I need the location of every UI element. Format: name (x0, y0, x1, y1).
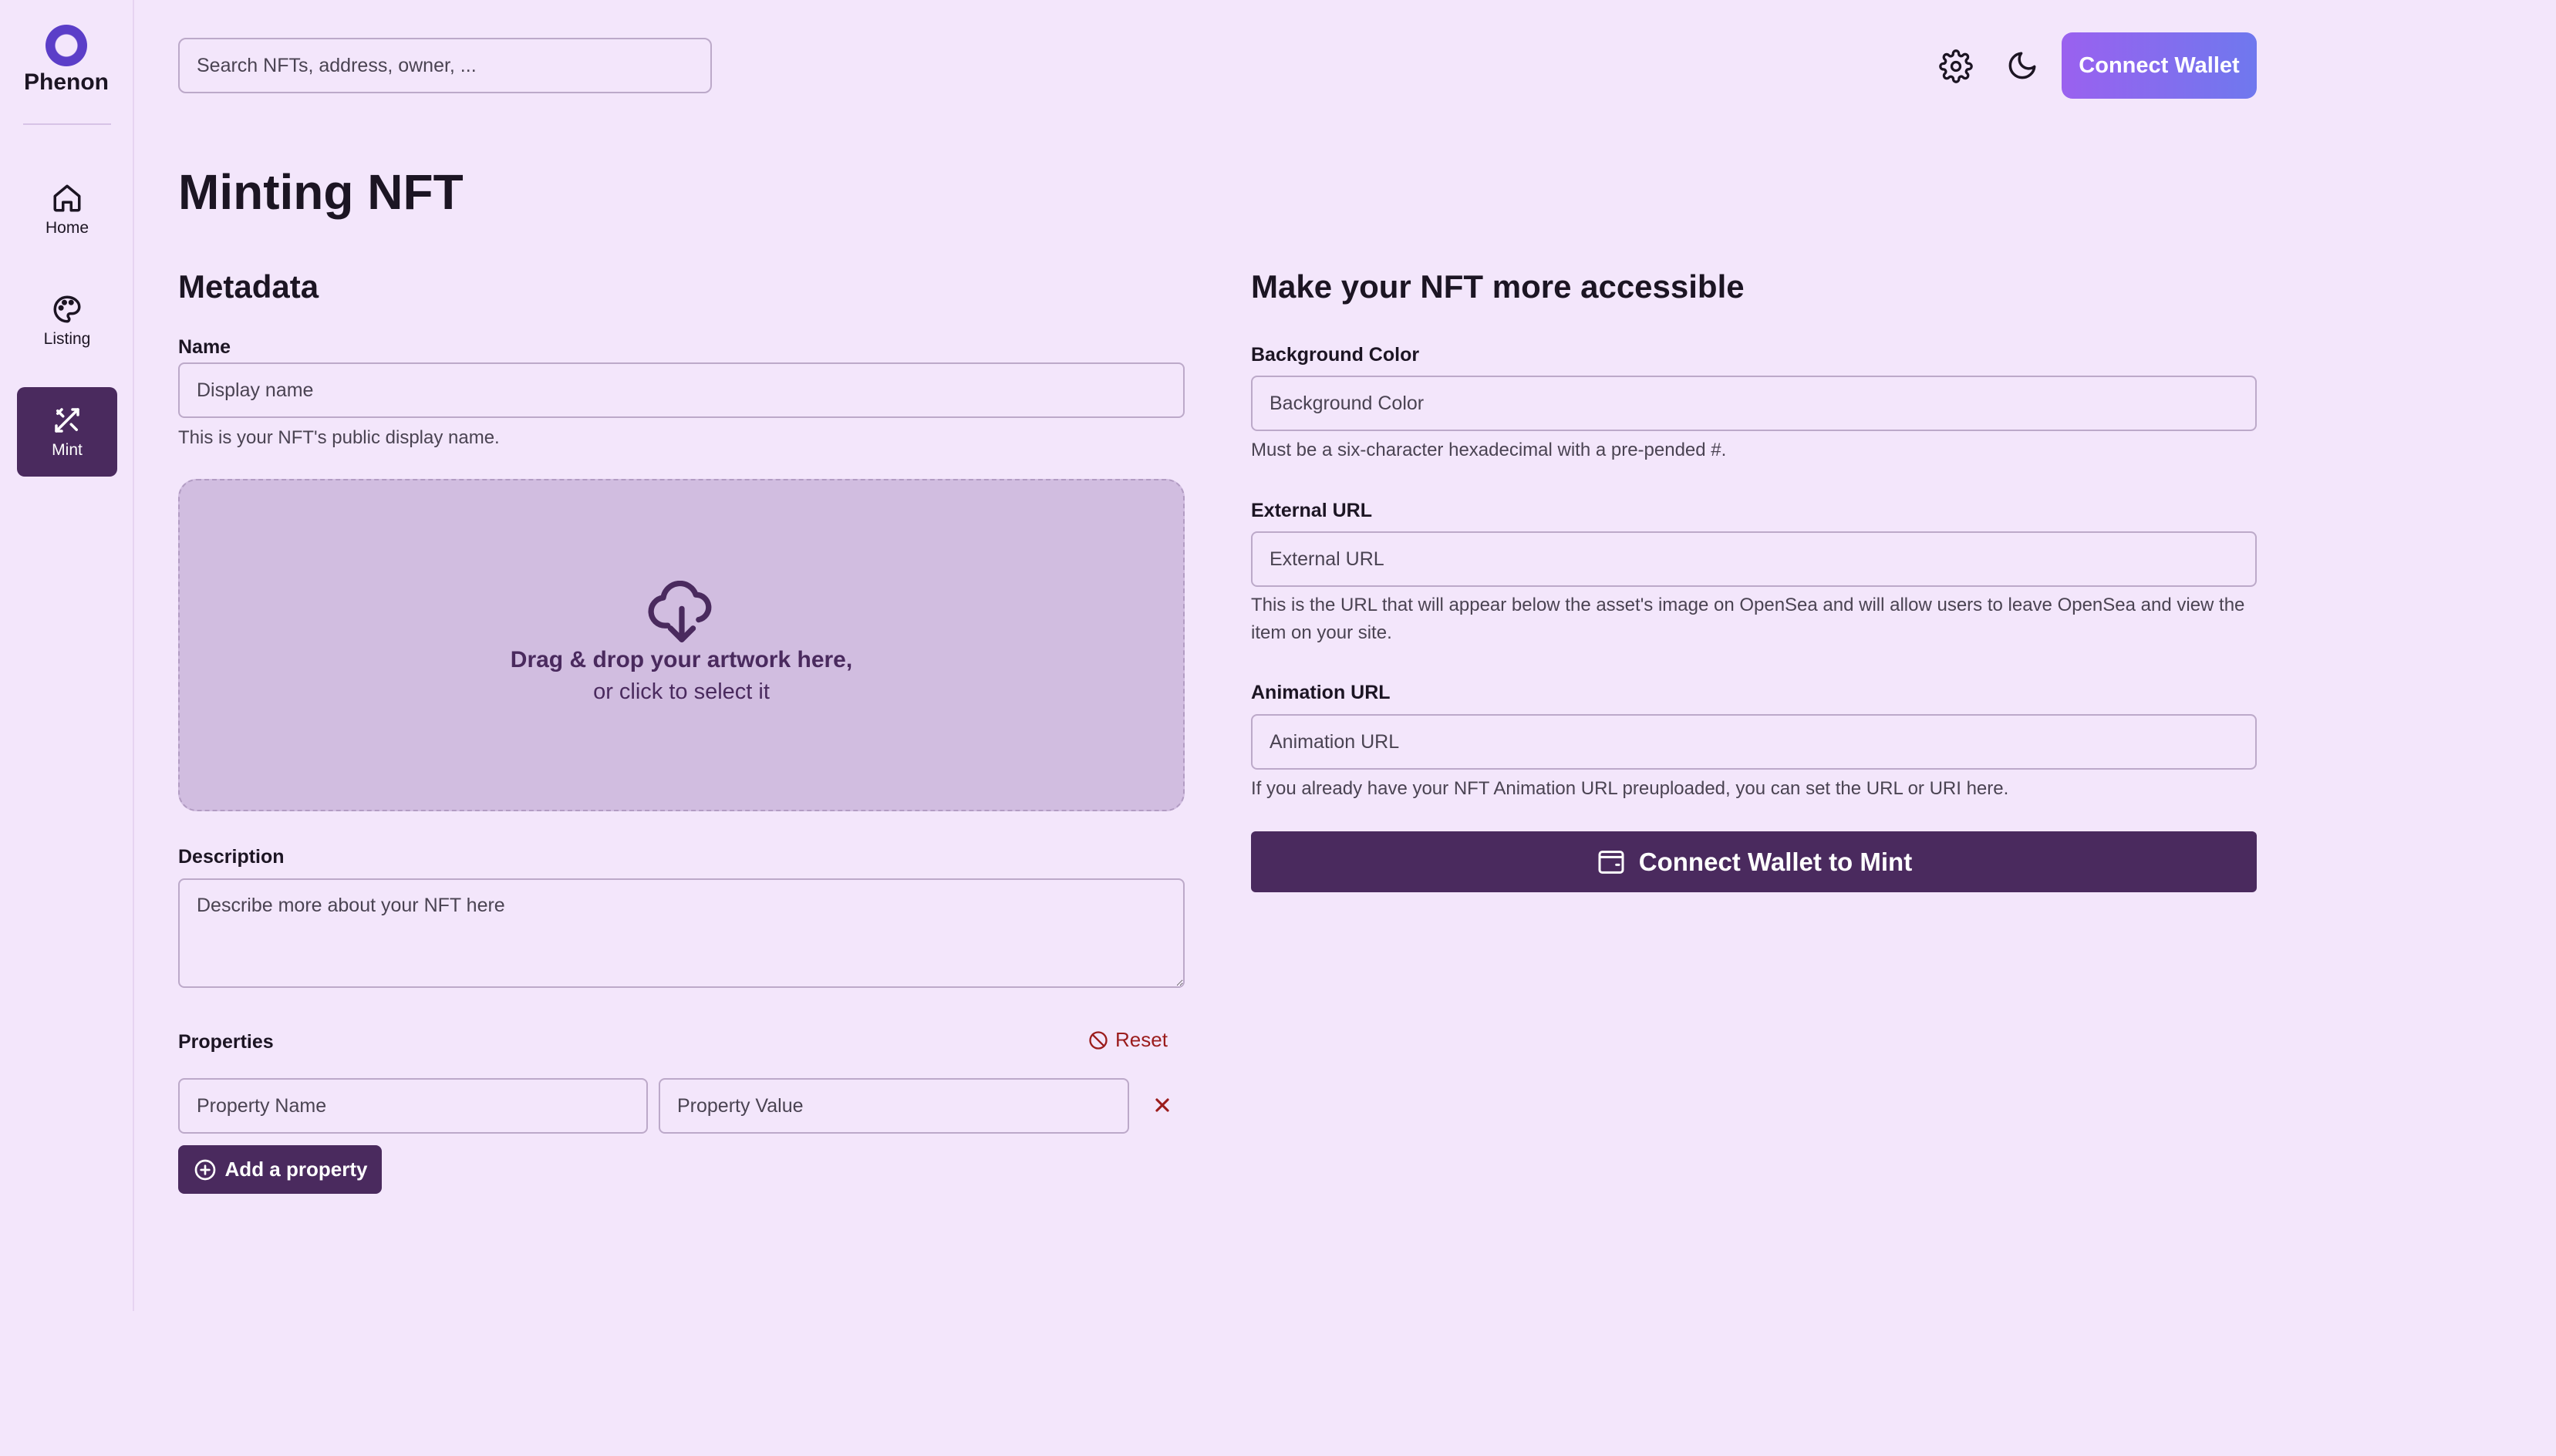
name-label: Name (178, 336, 231, 358)
wallet-icon (1598, 850, 1624, 874)
plus-circle-icon (194, 1159, 215, 1180)
artwork-dropzone[interactable]: Drag & drop your artwork here, or click … (178, 479, 1185, 811)
logo[interactable]: Phenon (0, 25, 133, 96)
metadata-title: Metadata (178, 268, 319, 305)
property-name-input[interactable] (178, 1078, 648, 1134)
sidebar-item-label: Home (45, 219, 89, 237)
page-title: Minting NFT (178, 164, 464, 220)
external-url-help: This is the URL that will appear below t… (1251, 595, 2245, 643)
accessible-title: Make your NFT more accessible (1251, 268, 1745, 305)
home-icon (53, 184, 81, 212)
settings-button[interactable] (1933, 43, 1979, 89)
ban-icon (1089, 1030, 1108, 1050)
app: Phenon Home Listing Mint Search NFTs, ad… (0, 0, 2556, 1456)
connect-wallet-to-mint-button[interactable]: Connect Wallet to Mint (1251, 831, 2257, 892)
mint-icon (55, 408, 79, 433)
reset-button[interactable]: Reset (1087, 1028, 1168, 1052)
close-icon (1155, 1098, 1169, 1112)
connect-wallet-button[interactable]: Connect Wallet (2062, 32, 2257, 99)
moon-icon (2008, 52, 2036, 79)
description-textarea[interactable] (178, 878, 1185, 988)
add-property-label: Add a property (224, 1158, 368, 1181)
properties-label: Properties (178, 1031, 274, 1053)
reset-label: Reset (1115, 1028, 1168, 1051)
description-label: Description (178, 846, 285, 868)
add-property-button[interactable]: Add a property (178, 1145, 382, 1194)
animation-url-help: If you already have your NFT Animation U… (1251, 778, 2009, 799)
dropzone-subtitle: or click to select it (593, 679, 770, 704)
sidebar-item-label: Listing (43, 330, 91, 348)
search-input[interactable] (178, 38, 712, 93)
sidebar-divider (23, 123, 111, 125)
sidebar-item-listing[interactable]: Listing (17, 276, 117, 366)
theme-toggle-button[interactable] (1999, 43, 2045, 89)
palette-icon (53, 295, 81, 323)
sidebar-item-label: Mint (52, 441, 83, 459)
brand-name: Phenon (24, 69, 109, 95)
cloud-download-icon (648, 581, 711, 642)
background-color-label: Background Color (1251, 344, 1420, 366)
sidebar-item-mint[interactable]: Mint (17, 387, 117, 477)
gear-icon (1939, 49, 1973, 83)
external-url-input[interactable] (1251, 531, 2257, 587)
property-value-input[interactable] (659, 1078, 1129, 1134)
animation-url-label: Animation URL (1251, 682, 1391, 703)
background-color-help: Must be a six-character hexadecimal with… (1251, 440, 1727, 460)
sidebar: Phenon Home Listing Mint (0, 0, 134, 1311)
dropzone-title: Drag & drop your artwork here, (510, 647, 853, 672)
name-help: This is your NFT's public display name. (178, 427, 500, 448)
remove-property-button[interactable] (1149, 1092, 1175, 1118)
mint-button-label: Connect Wallet to Mint (1638, 847, 1913, 876)
external-url-label: External URL (1251, 500, 1372, 521)
name-input[interactable] (178, 362, 1185, 418)
animation-url-input[interactable] (1251, 714, 2257, 770)
background-color-input[interactable] (1251, 376, 2257, 431)
logo-mark-icon (46, 25, 87, 66)
sidebar-item-home[interactable]: Home (17, 165, 117, 254)
